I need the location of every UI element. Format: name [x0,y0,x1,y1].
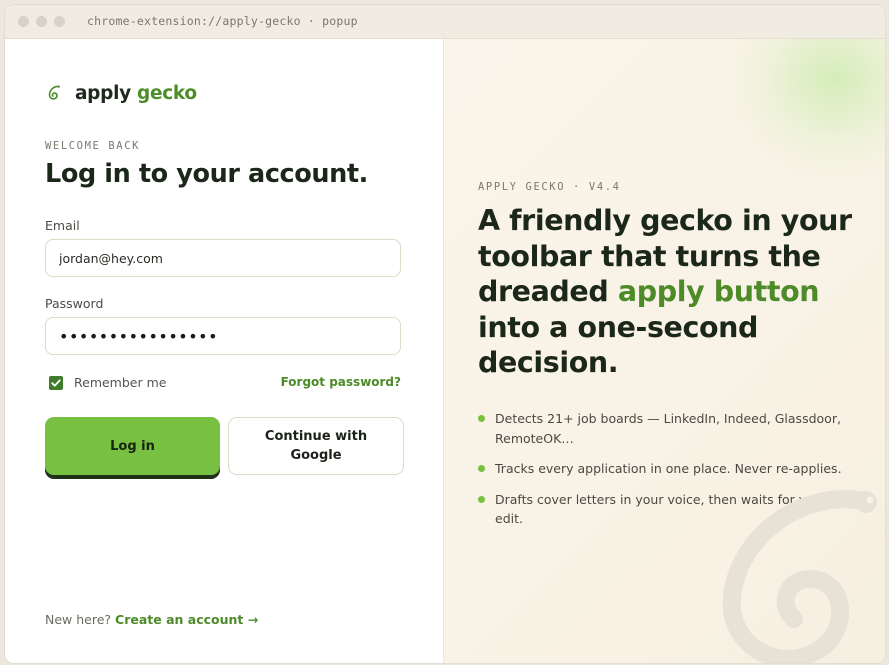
google-button-label: Continue with Google [264,429,368,463]
gecko-swirl-icon [48,85,60,100]
welcome-eyebrow: WELCOME BACK [45,140,141,152]
promo-eyebrow: APPLY GECKO · V4.4 [478,181,621,193]
create-account-link[interactable]: Create an account → [115,612,258,627]
brand-name-part2: gecko [137,82,197,104]
headline-highlight: apply button [617,275,820,308]
bullet-dot-icon [478,465,485,472]
promo-glow [725,39,885,179]
gecko-tail-icon [722,490,877,663]
window-url: chrome-extension://apply-gecko · popup [87,14,358,28]
bullet-dot-icon [478,495,485,503]
brand-name: apply gecko [75,83,197,104]
forgot-password-link[interactable]: Forgot password? [281,375,401,389]
feature-text: Detects 21+ job boards — LinkedIn, Indee… [495,411,841,446]
signup-prompt: New here? Create an account → [45,612,258,627]
email-field[interactable] [45,239,401,277]
promo-headline: A friendly gecko in your toolbar that tu… [478,203,878,381]
feature-item: Tracks every application in one place. N… [478,459,858,479]
signup-prompt-text: New here? [45,612,112,627]
email-label: Email [45,218,80,233]
window-dot-close[interactable] [18,16,29,27]
continue-with-google-button[interactable]: Continue with Google [228,417,404,475]
brand-logo: apply gecko [45,81,197,105]
window-dot-maximize[interactable] [54,16,65,27]
title-bar: chrome-extension://apply-gecko · popup [5,5,885,39]
brand-name-part1: apply [75,82,131,104]
extension-popup-window: chrome-extension://apply-gecko · popup a… [4,4,886,664]
window-dot-minimize[interactable] [36,16,47,27]
password-label: Password [45,296,104,311]
bullet-dot-icon [478,415,485,422]
password-field[interactable]: •••••••••••••••• [45,317,401,355]
feature-text: Tracks every application in one place. N… [495,461,842,476]
remember-me-label[interactable]: Remember me [74,375,166,390]
checkmark-icon [51,379,61,387]
remember-me-checkbox[interactable] [49,376,63,390]
promo-panel: APPLY GECKO · V4.4 A friendly gecko in y… [443,39,885,663]
page-title: Log in to your account. [45,159,368,189]
feature-item: Detects 21+ job boards — LinkedIn, Indee… [478,409,858,448]
headline-after: into a one-second decision. [478,310,759,380]
login-panel: apply gecko WELCOME BACK Log in to your … [5,39,443,663]
login-button[interactable]: Log in [45,417,220,475]
